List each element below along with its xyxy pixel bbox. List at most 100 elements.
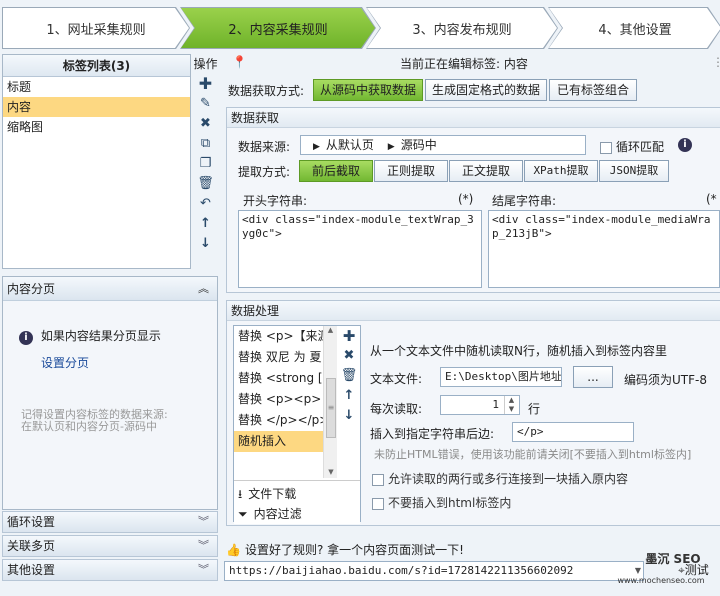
move-up-icon[interactable]: ↑	[192, 214, 219, 234]
allow-multi-line-label: 允许读取的两行或多行连接到一块插入原内容	[388, 472, 629, 486]
file-label: 文本文件:	[370, 372, 423, 386]
chevron-right-icon: ▶	[387, 142, 395, 152]
data-processing-title: 数据处理	[227, 301, 720, 321]
accordion-other-settings[interactable]: 其他设置 ︾	[2, 559, 218, 581]
edit-icon[interactable]: ✎	[192, 94, 219, 114]
stepper-up-icon[interactable]: ▲	[505, 396, 518, 405]
tag-list-item[interactable]: 内容	[3, 97, 190, 117]
wizard-bar: 1、网址采集规则 2、内容采集规则 3、内容发布规则 4、其他设置	[0, 0, 720, 52]
content-filter-item[interactable]: ⏷ 内容过滤	[238, 504, 360, 524]
processing-list: 替换 <p>【来源 替换 双尼 为 夏 替换 <strong [ 替换 <p><…	[233, 325, 361, 524]
wizard-step-2[interactable]: 2、内容采集规则	[181, 8, 375, 48]
watermark: 墨沉 SEO www.mochenseo.com	[617, 553, 706, 586]
encoding-note: 编码须为UTF-8	[624, 373, 707, 387]
html-warning: 未防止HTML错误，使用该功能前请关闭[不要插入到html标签内]	[374, 448, 692, 461]
thumbs-up-icon: 👍	[226, 543, 241, 557]
source-label: 数据来源:	[238, 140, 291, 154]
pin-icon[interactable]: 📍	[232, 55, 247, 69]
accordion-label: 循环设置	[7, 515, 56, 529]
test-url-input[interactable]: https://baijiahao.baidu.com/s?id=1728142…	[224, 561, 644, 581]
delete-icon[interactable]: ✖	[338, 346, 360, 366]
undo-icon[interactable]: ↶	[192, 194, 219, 214]
wizard-step-3[interactable]: 3、内容发布规则	[367, 8, 557, 48]
fetch-mode-fixed[interactable]: 生成固定格式的数据	[425, 79, 547, 101]
add-icon[interactable]: ✚	[338, 326, 360, 346]
delete-icon[interactable]: ✖	[192, 114, 219, 134]
collapse-up-icon[interactable]: ︽	[198, 277, 209, 301]
content-paging-title: 内容分页	[7, 282, 56, 296]
move-up-icon[interactable]: ↑	[338, 386, 360, 406]
fetch-mode-label: 数据获取方式:	[228, 84, 305, 98]
file-path-input[interactable]: E:\Desktop\图片地址:	[440, 367, 562, 387]
paging-note-line-2: 在默认页和内容分页-源码中	[21, 420, 157, 433]
content-paging-header[interactable]: 内容分页 ︽	[3, 277, 217, 301]
info-icon: i	[19, 331, 33, 345]
extract-json[interactable]: JSON提取	[599, 160, 669, 182]
tag-list-item[interactable]: 标题	[3, 77, 190, 97]
move-down-icon[interactable]: ↓	[192, 234, 219, 254]
processing-item[interactable]: 替换 <p><p> 为	[234, 389, 326, 410]
stepper-down-icon[interactable]: ▼	[505, 405, 518, 414]
copy-icon[interactable]: ⧉	[192, 134, 219, 154]
processing-item[interactable]: 替换 双尼 为 夏	[234, 347, 326, 368]
test-prompt-text: 设置好了规则? 拿一个内容页面测试一下!	[244, 543, 464, 557]
loop-match[interactable]: 循环匹配	[600, 138, 664, 155]
set-paging-link[interactable]: 设置分页	[41, 354, 89, 371]
scrollbar[interactable]: ▲ ≡ ▼	[323, 326, 337, 478]
fetch-mode-combine[interactable]: 已有标签组合	[549, 79, 637, 101]
loop-match-checkbox[interactable]	[600, 141, 612, 154]
processing-item[interactable]: 替换 </p></p>	[234, 410, 326, 431]
paging-info-text: 如果内容结果分页显示	[40, 329, 161, 343]
chevron-down-icon: ︾	[198, 563, 209, 576]
extract-regex[interactable]: 正则提取	[374, 160, 448, 182]
trash-icon[interactable]: 🗑	[338, 366, 360, 386]
end-required-mark: (*	[706, 192, 717, 206]
move-down-icon[interactable]: ↓	[338, 406, 360, 426]
read-count-value: 1	[492, 398, 499, 411]
tag-list-title: 标签列表(3)	[3, 55, 190, 77]
accordion-label: 其他设置	[7, 563, 56, 577]
tag-list-panel: 标签列表(3) 标题 内容 缩略图	[2, 54, 191, 269]
extract-before-after[interactable]: 前后截取	[299, 160, 373, 182]
chevron-right-icon: ▶	[313, 142, 320, 152]
random-insert-desc: 从一个文本文件中随机读取N行，随机插入到标签内容里	[370, 344, 667, 358]
current-tag-label: 当前正在编辑标签: 内容	[400, 57, 528, 71]
allow-multi-line-option[interactable]: 允许读取的两行或多行连接到一块插入原内容	[372, 470, 628, 487]
scroll-thumb[interactable]: ≡	[326, 378, 336, 438]
accordion-label: 关联多页	[7, 539, 56, 553]
tag-tools: 操作 ✚ ✎ ✖ ⧉ ❐ 🗑 ↶ ↑ ↓	[192, 54, 219, 268]
scroll-down-icon[interactable]: ▼	[324, 468, 338, 476]
more-icon[interactable]: ⋮	[712, 55, 720, 69]
scroll-up-icon[interactable]: ▲	[324, 326, 337, 334]
paste-icon[interactable]: ❐	[192, 154, 219, 174]
add-icon[interactable]: ✚	[192, 74, 219, 94]
read-count-stepper[interactable]: ▲ ▼	[504, 396, 518, 414]
browse-button[interactable]: ...	[573, 366, 613, 388]
allow-multi-line-checkbox[interactable]	[372, 473, 384, 486]
insert-after-input[interactable]: </p>	[512, 422, 634, 442]
file-download-item[interactable]: ⭳ 文件下载	[238, 484, 360, 504]
fetch-mode-source[interactable]: 从源码中获取数据	[313, 79, 423, 101]
download-icon: ⭳	[238, 487, 243, 501]
tag-list-item[interactable]: 缩略图	[3, 117, 190, 137]
end-string-textarea[interactable]: <div class="index-module_mediaWrap_213jB…	[488, 210, 720, 288]
data-fetch-title: 数据获取	[227, 108, 720, 128]
filter-icon: ⏷	[238, 507, 248, 521]
no-html-insert-checkbox[interactable]	[372, 497, 384, 510]
extract-body[interactable]: 正文提取	[449, 160, 523, 182]
wizard-step-4[interactable]: 4、其他设置	[549, 8, 720, 48]
processing-item[interactable]: 随机插入	[234, 431, 326, 452]
start-string-textarea[interactable]: <div class="index-module_textWrap_3yg0c"…	[238, 210, 482, 288]
watermark-url: www.mochenseo.com	[617, 576, 705, 585]
trash-icon[interactable]: 🗑	[192, 174, 219, 194]
accordion-loop-settings[interactable]: 循环设置 ︾	[2, 511, 218, 533]
accordion-related-pages[interactable]: 关联多页 ︾	[2, 535, 218, 557]
no-html-insert-option[interactable]: 不要插入到html标签内	[372, 494, 511, 511]
paging-note: 记得设置内容标签的数据来源: 在默认页和内容分页-源码中	[21, 409, 168, 433]
info-icon[interactable]: i	[678, 138, 692, 152]
wizard-step-1[interactable]: 1、网址采集规则	[3, 8, 189, 48]
extract-xpath[interactable]: XPath提取	[524, 160, 598, 182]
source-path[interactable]: ▶ 从默认页 ▶ 源码中	[300, 135, 586, 155]
processing-item[interactable]: 替换 <p>【来源	[234, 326, 326, 347]
processing-item[interactable]: 替换 <strong [	[234, 368, 326, 389]
